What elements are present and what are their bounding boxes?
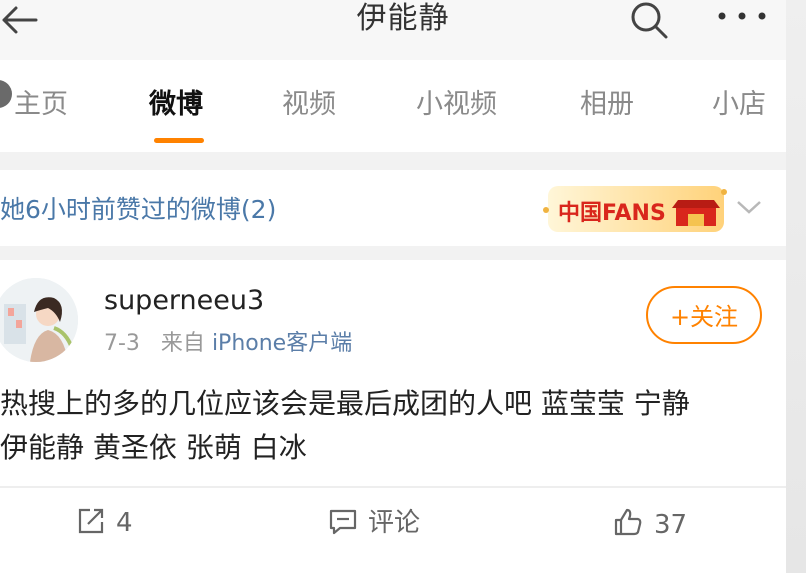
post-divider [0,486,786,488]
post-date: 7-3 [104,331,140,356]
top-nav-bar: 伊能静 [0,0,806,60]
search-icon[interactable] [626,0,670,40]
post-source[interactable]: iPhone客户端 [212,331,352,356]
profile-tabs: 主页 微博 视频 小视频 相册 小店 [0,60,786,152]
active-tab-indicator [154,138,204,143]
comment-icon [329,509,357,535]
post-content-line-2: 伊能静 黄圣依 张萌 白冰 [0,431,307,464]
comment-label: 评论 [368,508,421,538]
screen-edge [786,0,806,573]
tab-weibo[interactable]: 微博 [149,88,203,122]
post-content-line-1: 热搜上的多的几位应该会是最后成团的人吧 蓝莹莹 宁静 [0,387,690,420]
china-fans-badge: 中国FANS [543,186,727,232]
chevron-down-icon[interactable] [732,194,766,218]
avatar[interactable] [0,278,78,362]
tab-shop[interactable]: 小店 [712,88,766,122]
page-title: 伊能静 [356,1,450,36]
avatar-illustration [0,278,78,362]
tab-short-video[interactable]: 小视频 [416,88,497,122]
liked-posts-label[interactable]: 她6小时前赞过的微博(2) [0,195,276,225]
like-count: 37 [654,510,688,540]
badge-text: 中国FANS [558,201,666,226]
post-source-prefix: 来自 [160,331,205,356]
share-icon [78,508,104,534]
tab-home[interactable]: 主页 [14,88,68,122]
liked-posts-row[interactable]: 她6小时前赞过的微博(2) 中国FANS [0,170,786,246]
more-horizontal-icon[interactable] [716,6,768,26]
share-count: 4 [116,508,133,538]
post-meta: 7-3 来自 iPhone客户端 [104,330,352,358]
like-button[interactable]: 37 [612,506,687,542]
tab-video[interactable]: 视频 [282,88,336,122]
comment-button[interactable]: 评论 [328,506,420,540]
post-content: 热搜上的多的几位应该会是最后成团的人吧 蓝莹莹 宁静 伊能静 黄圣依 张萌 白冰 [0,382,780,470]
section-divider [0,246,786,260]
section-divider [0,152,786,170]
share-button[interactable]: 4 [76,506,133,540]
thumbs-up-icon [614,508,642,536]
post-username[interactable]: superneeu3 [104,284,264,318]
follow-button[interactable]: +关注 [646,286,762,344]
tab-album[interactable]: 相册 [580,88,634,122]
